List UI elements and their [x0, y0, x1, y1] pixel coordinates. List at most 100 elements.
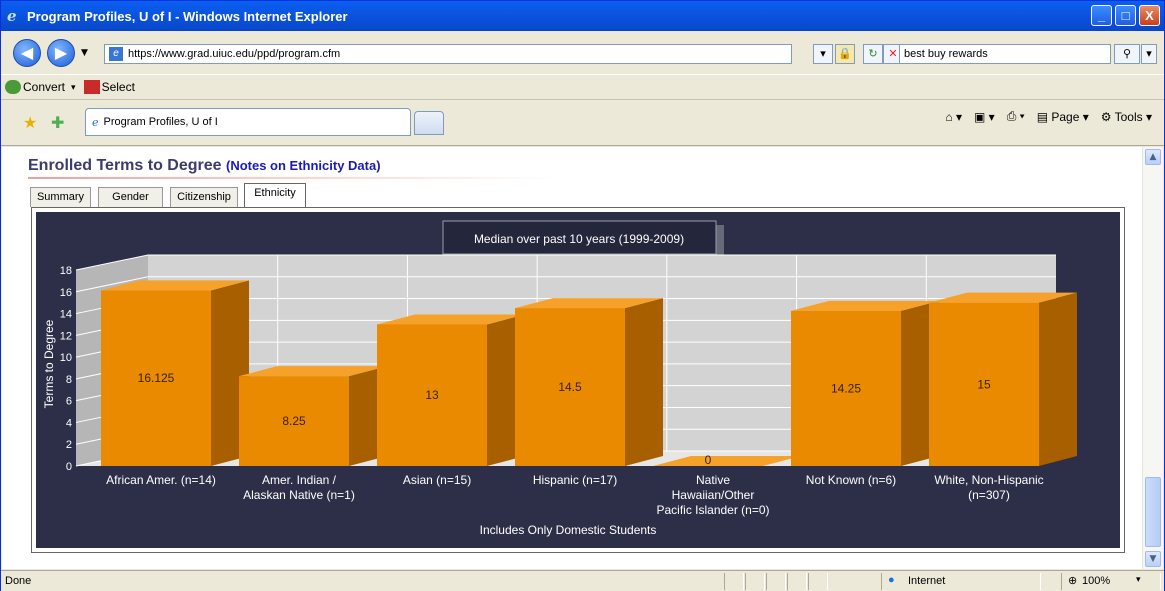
zone-label: Internet [908, 575, 946, 587]
bar-group: 15 [929, 292, 1077, 466]
scrollbar-thumb[interactable] [1145, 477, 1161, 547]
data-label: 16.125 [138, 371, 175, 385]
maximize-button[interactable]: □ [1115, 5, 1136, 26]
bars: 16.125 8.25 13 14.5 0 14.25 15 [101, 280, 1077, 467]
y-tick-label: 18 [60, 265, 72, 277]
x-tick-label: Not Known (n=6) [806, 473, 896, 487]
tab-program-profiles[interactable]: e Program Profiles, U of I [85, 108, 411, 136]
convert-button[interactable]: Convert [23, 80, 65, 94]
convert-icon [5, 80, 21, 94]
chart-frame: Median over past 10 years (1999-2009) 0 2… [31, 207, 1125, 553]
bar-group: 16.125 [101, 280, 249, 466]
y-tick-label: 12 [60, 330, 72, 342]
y-tick-label: 2 [66, 439, 72, 451]
status-text: Done [5, 575, 32, 587]
recent-pages-chevron-icon[interactable]: ▼ [81, 48, 88, 58]
tools-menu[interactable]: ⚙ Tools ▾ [1101, 110, 1152, 124]
status-bar: Done ● Internet ⊕ 100% ▾ [1, 570, 1164, 591]
tab-ethnicity[interactable]: Ethnicity [244, 183, 306, 208]
back-arrow-icon[interactable]: ◀ [13, 39, 41, 67]
chart-title-box: Median over past 10 years (1999-2009) [442, 220, 724, 258]
vertical-scrollbar[interactable]: ▲ ▼ [1142, 147, 1163, 569]
zoom-control[interactable]: ⊕ 100% ▾ [1061, 573, 1161, 590]
y-tick-label: 0 [66, 461, 72, 473]
data-label: 14.5 [558, 380, 582, 394]
x-tick-label: Native [696, 473, 730, 487]
heading-text: Enrolled Terms to Degree [28, 157, 222, 174]
tab-label: Program Profiles, U of I [103, 116, 218, 128]
browser-window: e Program Profiles, U of I - Windows Int… [0, 0, 1165, 591]
y-tick-label: 14 [60, 309, 72, 321]
data-label: 13 [425, 388, 439, 402]
navigation-bar: ◀ ▶ ▼ e https://www.grad.uiuc.edu/ppd/pr… [1, 31, 1164, 71]
command-bar: ⌂ ▾ ▣ ▾ ⎙ ▾ ▤ Page ▾ ⚙ Tools ▾ [945, 109, 1152, 124]
y-tick-label: 16 [60, 287, 72, 299]
forward-arrow-icon[interactable]: ▶ [47, 39, 75, 67]
status-cell [745, 573, 765, 590]
search-icon[interactable]: ⚲ [1114, 44, 1140, 64]
tab-citizenship[interactable]: Citizenship [170, 187, 238, 207]
convert-dropdown-icon[interactable]: ▾ [71, 82, 76, 93]
print-icon[interactable]: ⎙ ▾ [1007, 109, 1025, 124]
zoom-dropdown-icon[interactable]: ▾ [1136, 574, 1141, 585]
status-cell [808, 573, 828, 590]
globe-icon: ● [888, 574, 895, 586]
chart-title: Median over past 10 years (1999-2009) [474, 232, 684, 246]
ie-logo-icon: e [7, 7, 17, 25]
home-icon[interactable]: ⌂ ▾ [945, 110, 962, 124]
add-favorites-icon[interactable]: ✚ [51, 113, 64, 132]
tools-menu-label: Tools [1114, 109, 1143, 124]
favorites-star-icon[interactable]: ★ [23, 113, 37, 132]
search-input[interactable]: best buy rewards [899, 44, 1111, 64]
tab-ie-icon: e [92, 115, 99, 129]
scroll-up-icon[interactable]: ▲ [1145, 149, 1161, 165]
status-cell [724, 573, 744, 590]
page-title: Enrolled Terms to Degree (Notes on Ethni… [28, 157, 381, 175]
terms-to-degree-chart: Median over past 10 years (1999-2009) 0 2… [36, 212, 1120, 548]
tab-summary[interactable]: Summary [30, 187, 91, 207]
page-menu-label: Page [1051, 109, 1080, 124]
tab-gender[interactable]: Gender [98, 187, 163, 207]
address-bar[interactable]: e https://www.grad.uiuc.edu/ppd/program.… [104, 44, 792, 64]
address-url: https://www.grad.uiuc.edu/ppd/program.cf… [128, 48, 341, 60]
select-icon [83, 80, 100, 94]
x-tick-label: Asian (n=15) [403, 473, 471, 487]
lock-icon[interactable]: 🔒 [835, 44, 855, 64]
data-label: 0 [705, 453, 712, 467]
x-tick-label: Amer. Indian / [262, 473, 337, 487]
status-cell [766, 573, 786, 590]
security-zone[interactable]: ● Internet [881, 573, 1041, 590]
x-axis-title: Includes Only Domestic Students [480, 523, 657, 537]
y-tick-label: 4 [66, 417, 72, 429]
bar-group: 14.5 [515, 298, 663, 466]
close-button[interactable]: X [1139, 5, 1160, 26]
x-tick-label: Pacific Islander (n=0) [656, 503, 769, 517]
page-menu[interactable]: ▤ Page ▾ [1037, 110, 1089, 124]
zoom-level: 100% [1082, 575, 1111, 587]
page-content: Enrolled Terms to Degree (Notes on Ethni… [2, 147, 1142, 569]
bar-side [625, 298, 663, 466]
x-tick-label: (n=307) [968, 488, 1010, 502]
x-tick-label: African Amer. (n=14) [106, 473, 216, 487]
heading-underline [28, 177, 558, 179]
bar-group: 13 [377, 314, 525, 466]
y-tick-label: 6 [66, 396, 72, 408]
select-button[interactable]: Select [102, 80, 135, 94]
feeds-icon[interactable]: ▣ ▾ [974, 110, 995, 124]
ethnicity-notes-link[interactable]: (Notes on Ethnicity Data) [226, 158, 381, 173]
status-cell [787, 573, 807, 590]
page-icon: e [109, 47, 123, 61]
title-bar[interactable]: e Program Profiles, U of I - Windows Int… [1, 1, 1164, 31]
new-tab-button[interactable] [414, 111, 444, 135]
refresh-icon[interactable]: ↻ [863, 44, 883, 64]
x-tick-label: Alaskan Native (n=1) [243, 488, 355, 502]
bar-group: 8.25 [239, 366, 387, 466]
minimize-button[interactable]: _ [1091, 5, 1112, 26]
address-dropdown-icon[interactable]: ▾ [813, 44, 833, 64]
data-label: 14.25 [831, 381, 861, 395]
scroll-down-icon[interactable]: ▼ [1145, 551, 1161, 567]
search-options-icon[interactable]: ▾ [1141, 44, 1157, 64]
x-tick-label: Hispanic (n=17) [533, 473, 617, 487]
y-tick-label: 8 [66, 374, 72, 386]
zoom-icon: ⊕ [1068, 575, 1078, 587]
